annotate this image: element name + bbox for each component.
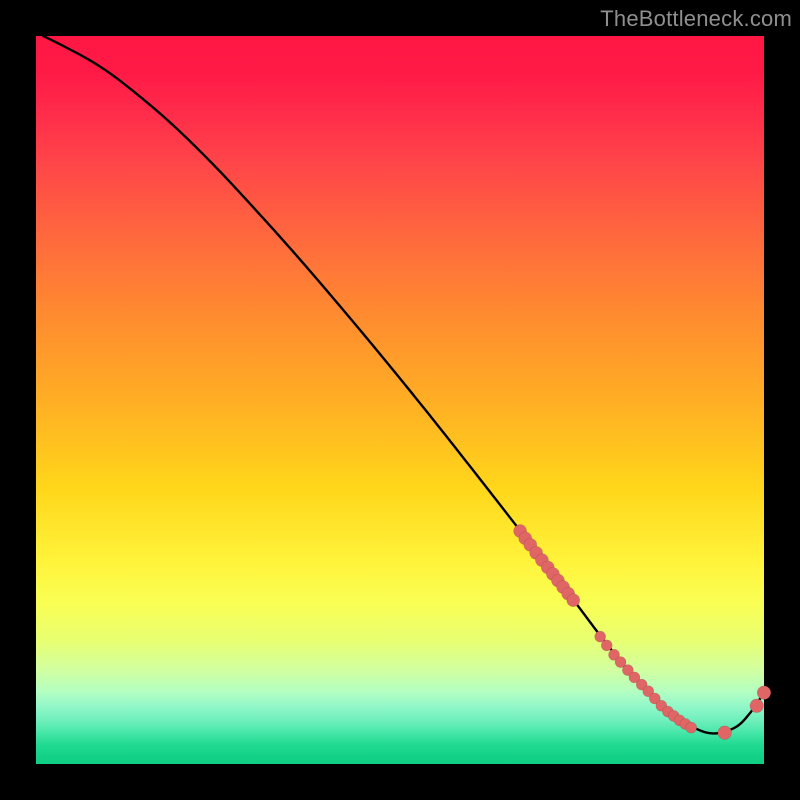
data-dot xyxy=(757,686,771,700)
watermark-text: TheBottleneck.com xyxy=(600,6,792,32)
data-dot xyxy=(567,594,580,607)
bottleneck-curve xyxy=(43,36,764,733)
data-dots xyxy=(514,525,771,740)
plot-svg xyxy=(36,36,764,764)
data-dot xyxy=(750,699,764,713)
data-dot xyxy=(686,722,697,733)
data-dot xyxy=(601,640,612,651)
plot-area xyxy=(36,36,764,764)
data-dot xyxy=(718,726,732,740)
chart-stage: TheBottleneck.com xyxy=(0,0,800,800)
